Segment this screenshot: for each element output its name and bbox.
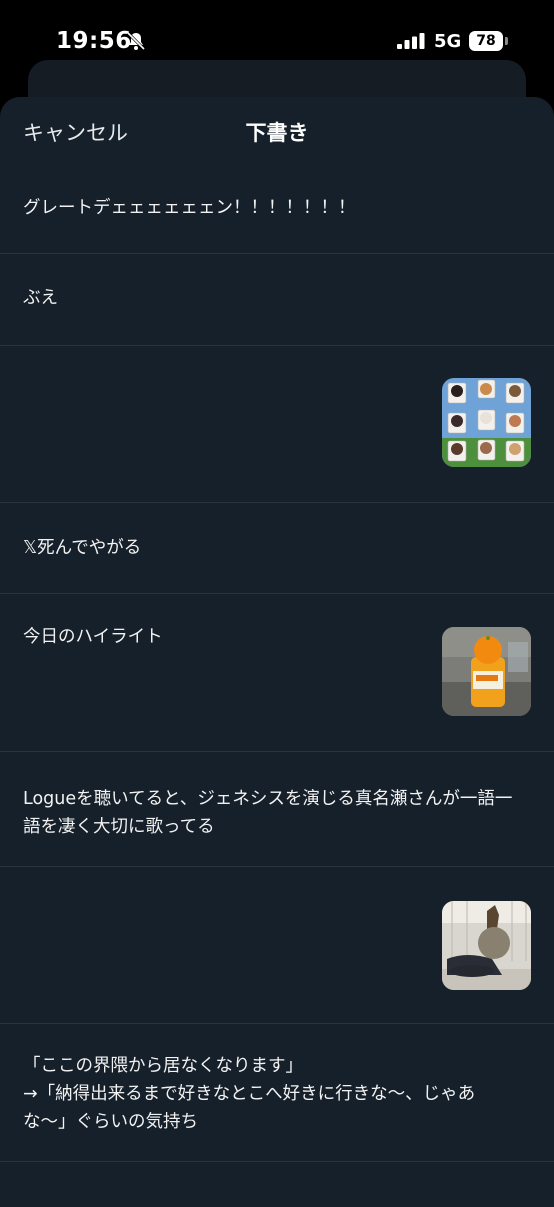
draft-text: Logueを聴いてると、ジェネシスを演じる真名瀬さんが一語一語を凄く大切に歌って…	[23, 789, 513, 837]
battery-cap	[505, 37, 508, 45]
silent-bell-icon	[126, 31, 146, 51]
orange-juice-bottle-photo	[442, 627, 531, 716]
draft-item[interactable]: Logueを聴いてると、ジェネシスを演じる真名瀬さんが一語一語を凄く大切に歌って…	[0, 752, 554, 867]
draft-item[interactable]	[0, 867, 554, 1024]
draft-item[interactable]: グレートデェェェェェェン！！！！！！！	[0, 167, 554, 254]
signal-strength-icon	[397, 33, 425, 49]
draft-item[interactable]: 𝕏死んでやがる	[0, 503, 554, 594]
draft-text: 「ここの界隈から居なくなります」 →「納得出来るまで好きなとこへ好きに行きな〜、…	[23, 1056, 476, 1132]
status-time: 19:56	[56, 28, 132, 54]
draft-item[interactable]: ぶえ	[0, 254, 554, 346]
draft-item[interactable]: 今日のハイライト	[0, 594, 554, 752]
draft-text: 𝕏死んでやがる	[23, 538, 142, 558]
draft-thumbnail	[442, 627, 531, 716]
battery-level: 78	[469, 31, 503, 51]
draft-text: ぶえ	[23, 288, 58, 308]
draft-thumbnail	[442, 378, 531, 467]
draft-text: 今日のハイライト	[23, 627, 163, 647]
drafts-sheet: キャンセル 下書き グレートデェェェェェェン！！！！！！！ ぶえ 𝕏死んでやがる…	[0, 97, 554, 1207]
draft-item[interactable]: 「ここの界隈から居なくなります」 →「納得出来るまで好きなとこへ好きに行きな〜、…	[0, 1024, 554, 1162]
draft-item[interactable]	[0, 346, 554, 503]
sheet-header: キャンセル 下書き	[0, 97, 554, 167]
character-grid-image	[442, 378, 531, 467]
draft-text: グレートデェェェェェェン！！！！！！！	[23, 198, 356, 218]
draft-thumbnail	[442, 901, 531, 990]
network-type: 5G	[434, 31, 462, 52]
page-title: 下書き	[245, 121, 309, 145]
horse-mask-person-photo	[442, 901, 531, 990]
